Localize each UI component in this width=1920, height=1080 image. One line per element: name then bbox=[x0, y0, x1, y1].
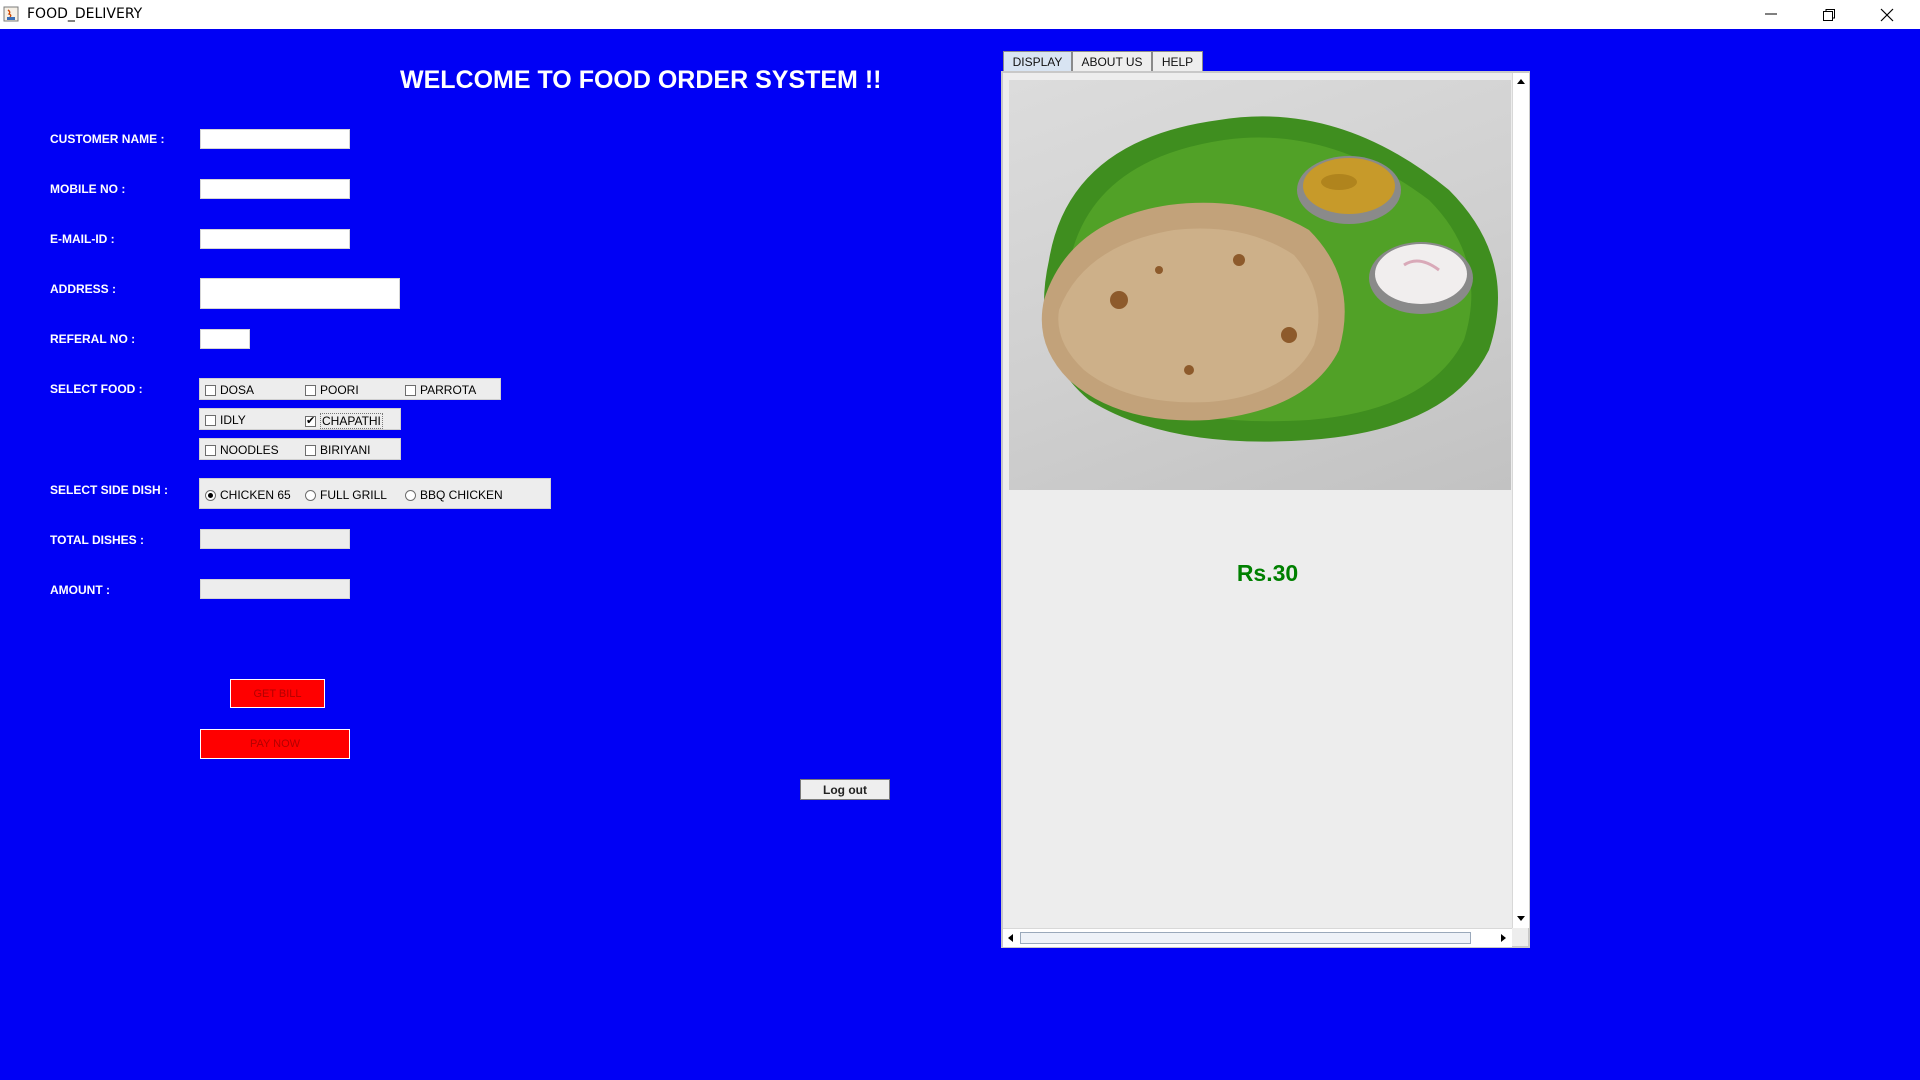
poori-label: POORI bbox=[320, 383, 359, 397]
close-button[interactable] bbox=[1858, 0, 1916, 29]
mobile-no-label: MOBILE NO : bbox=[50, 182, 126, 196]
checkbox-box[interactable] bbox=[305, 444, 316, 456]
amount-field bbox=[200, 579, 350, 599]
customer-name-input[interactable] bbox=[200, 129, 350, 149]
tab-about-us[interactable]: ABOUT US bbox=[1072, 51, 1152, 71]
logout-button[interactable]: Log out bbox=[800, 779, 890, 800]
food-row-3: NOODLES BIRIYANI bbox=[199, 438, 401, 460]
window-title: FOOD_DELIVERY bbox=[27, 6, 143, 22]
idly-checkbox[interactable]: IDLY bbox=[205, 413, 246, 427]
title-bar: FOOD_DELIVERY bbox=[0, 0, 1920, 29]
noodles-label: NOODLES bbox=[220, 443, 279, 457]
idly-label: IDLY bbox=[220, 413, 246, 427]
checkbox-box[interactable] bbox=[305, 414, 316, 427]
bbq-chicken-label: BBQ CHICKEN bbox=[420, 488, 503, 502]
bbq-chicken-radio[interactable]: BBQ CHICKEN bbox=[405, 488, 503, 502]
parrota-checkbox[interactable]: PARROTA bbox=[405, 383, 476, 397]
email-id-label: E-MAIL-ID : bbox=[50, 232, 115, 246]
scroll-right-icon[interactable] bbox=[1501, 934, 1506, 942]
noodles-checkbox[interactable]: NOODLES bbox=[205, 443, 279, 457]
full-grill-label: FULL GRILL bbox=[320, 488, 387, 502]
total-dishes-field bbox=[200, 529, 350, 549]
amount-label: AMOUNT : bbox=[50, 583, 110, 597]
food-row-1: DOSA POORI PARROTA bbox=[199, 378, 501, 400]
chapathi-plate-image bbox=[1009, 80, 1511, 490]
address-input[interactable] bbox=[200, 278, 400, 309]
food-row-2: IDLY CHAPATHI bbox=[199, 408, 401, 430]
referal-no-label: REFERAL NO : bbox=[50, 332, 136, 346]
checkbox-box[interactable] bbox=[205, 384, 216, 396]
biriyani-label: BIRIYANI bbox=[320, 443, 371, 457]
scroll-left-icon[interactable] bbox=[1008, 934, 1013, 942]
chapathi-plate-illustration bbox=[1041, 116, 1498, 442]
display-panel: Rs.30 bbox=[1001, 71, 1530, 948]
vertical-scrollbar[interactable] bbox=[1512, 73, 1529, 928]
radio-circle[interactable] bbox=[205, 489, 216, 501]
tab-help[interactable]: HELP bbox=[1152, 51, 1203, 71]
checkbox-box[interactable] bbox=[205, 414, 216, 426]
referal-no-input[interactable] bbox=[200, 329, 250, 349]
horizontal-scrollbar[interactable] bbox=[1003, 928, 1512, 947]
price-label: Rs.30 bbox=[1236, 560, 1299, 586]
close-icon bbox=[1880, 8, 1894, 22]
customer-name-label: CUSTOMER NAME : bbox=[50, 132, 165, 146]
scroll-up-icon[interactable] bbox=[1517, 79, 1525, 84]
checkbox-box[interactable] bbox=[405, 384, 416, 396]
checkbox-box[interactable] bbox=[305, 384, 316, 396]
poori-checkbox[interactable]: POORI bbox=[305, 383, 359, 397]
biriyani-checkbox[interactable]: BIRIYANI bbox=[305, 443, 370, 457]
radio-circle[interactable] bbox=[305, 489, 316, 501]
parrota-label: PARROTA bbox=[420, 383, 477, 397]
select-food-label: SELECT FOOD : bbox=[50, 382, 143, 396]
chapathi-checkbox[interactable]: CHAPATHI bbox=[305, 413, 383, 429]
java-app-icon bbox=[3, 6, 19, 22]
dosa-label: DOSA bbox=[220, 383, 255, 397]
tab-display[interactable]: DISPLAY bbox=[1003, 51, 1072, 71]
pay-now-button[interactable]: PAY NOW bbox=[200, 729, 350, 759]
restore-icon bbox=[1823, 9, 1835, 21]
get-bill-button[interactable]: GET BILL bbox=[230, 679, 325, 708]
restore-button[interactable] bbox=[1800, 0, 1858, 29]
checkbox-box[interactable] bbox=[205, 444, 216, 456]
dosa-checkbox[interactable]: DOSA bbox=[205, 383, 254, 397]
scroll-thumb[interactable] bbox=[1020, 932, 1471, 944]
minimize-icon bbox=[1765, 13, 1777, 15]
page-heading: WELCOME TO FOOD ORDER SYSTEM !! bbox=[400, 66, 882, 94]
mobile-no-input[interactable] bbox=[200, 179, 350, 199]
chicken-65-radio[interactable]: CHICKEN 65 bbox=[205, 488, 291, 502]
radio-circle[interactable] bbox=[405, 489, 416, 501]
scroll-down-icon[interactable] bbox=[1517, 916, 1525, 921]
email-id-input[interactable] bbox=[200, 229, 350, 249]
full-grill-radio[interactable]: FULL GRILL bbox=[305, 488, 387, 502]
select-side-dish-label: SELECT SIDE DISH : bbox=[50, 483, 169, 497]
chapathi-label: CHAPATHI bbox=[320, 413, 383, 429]
side-dish-panel: CHICKEN 65 FULL GRILL BBQ CHICKEN bbox=[199, 478, 551, 509]
minimize-button[interactable] bbox=[1742, 0, 1800, 29]
chicken-65-label: CHICKEN 65 bbox=[220, 488, 291, 502]
address-label: ADDRESS : bbox=[50, 282, 117, 296]
total-dishes-label: TOTAL DISHES : bbox=[50, 533, 145, 547]
